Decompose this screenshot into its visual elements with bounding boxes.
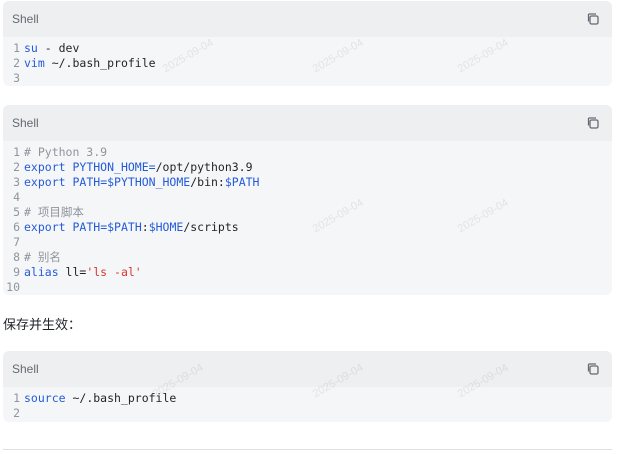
code-token: PYTHON_HOME — [72, 160, 149, 174]
line-number: 3 — [13, 175, 20, 189]
code-token: alias — [24, 265, 59, 279]
line-number: 1 — [13, 145, 20, 159]
divider — [3, 449, 612, 450]
line-number: 1 — [13, 41, 20, 55]
line-number: 2 — [13, 160, 20, 174]
code-line: 3 export PATH = $PYTHON_HOME/bin: $PATH — [3, 175, 612, 190]
code-token: su — [24, 41, 38, 55]
code-token: /scripts — [183, 220, 239, 234]
code-line: 8 # 别名 — [3, 250, 612, 265]
code-block-2: Shell 1 # Python 3.9 2 export PYTHON_HOME = /… — [3, 105, 612, 295]
code-line: 3 — [3, 71, 612, 86]
code-token: $PATH — [107, 220, 142, 234]
code-line: 7 — [3, 235, 612, 250]
line-number: 10 — [6, 280, 20, 294]
code-token: $PYTHON_HOME — [107, 175, 191, 189]
code-token: source — [24, 391, 66, 405]
code-token: $PATH — [224, 175, 260, 189]
code-line: 1 su - dev — [3, 41, 612, 56]
code-token: - dev — [37, 41, 80, 55]
code-token: = — [100, 220, 108, 234]
copy-icon — [587, 13, 599, 25]
code-token: export — [24, 160, 66, 174]
code-token: = — [100, 175, 108, 189]
line-number: 2 — [13, 56, 20, 70]
line-number: 6 — [13, 220, 20, 234]
code-line: 2 — [3, 406, 612, 421]
code-token: ll= — [58, 265, 87, 279]
code-token: 'ls -al' — [86, 265, 142, 279]
code-line: 1 # Python 3.9 — [3, 145, 612, 160]
code-block-3: Shell 1 source ~/.bash_profile 2 — [3, 351, 612, 422]
copy-icon — [587, 363, 599, 375]
code-token: ~/.bash_profile — [65, 391, 177, 405]
code-line: 2 vim ~/.bash_profile — [3, 56, 612, 71]
code-body[interactable]: 1 su - dev 2 vim ~/.bash_profile 3 — [3, 37, 612, 86]
code-body[interactable]: 1 source ~/.bash_profile 2 — [3, 387, 612, 422]
copy-button[interactable] — [584, 360, 602, 378]
line-number: 1 — [13, 391, 20, 405]
code-block-header: Shell — [3, 351, 612, 387]
code-body[interactable]: 1 # Python 3.9 2 export PYTHON_HOME =/opt/py… — [3, 141, 612, 295]
code-language-label: Shell — [12, 362, 39, 376]
code-token: /opt/python3.9 — [155, 160, 253, 174]
code-token: ~/.bash_profile — [44, 56, 156, 70]
code-block-1: Shell 1 su - dev 2 vim ~/.bash_profile 3 — [3, 1, 612, 86]
code-language-label: Shell — [12, 12, 39, 26]
copy-icon — [587, 117, 599, 129]
code-token: $HOME — [148, 220, 184, 234]
code-token: = — [148, 160, 156, 174]
code-token: export — [24, 220, 66, 234]
line-number: 8 — [13, 250, 20, 264]
code-line: 6 export PATH = $PATH: $HOME/scripts — [3, 220, 612, 235]
code-line: 1 source ~/.bash_profile — [3, 391, 612, 406]
code-line: 9 alias ll='ls -al' — [3, 265, 612, 280]
code-token: # 项目脚本 — [24, 205, 84, 219]
code-line: 5 # 项目脚本 — [3, 205, 612, 220]
paragraph-text: 保存并生效： — [3, 317, 82, 332]
code-line: 2 export PYTHON_HOME =/opt/python3.9 — [3, 160, 612, 175]
line-number: 9 — [13, 265, 20, 279]
code-language-label: Shell — [12, 116, 39, 130]
code-token: PATH — [72, 175, 101, 189]
copy-button[interactable] — [584, 10, 602, 28]
code-token: : — [141, 220, 149, 234]
code-block-header: Shell — [3, 1, 612, 37]
code-token: # 别名 — [24, 250, 61, 264]
code-token: PATH — [72, 220, 101, 234]
line-number: 3 — [13, 71, 20, 85]
line-number: 4 — [13, 190, 20, 204]
copy-button[interactable] — [584, 114, 602, 132]
code-token: export — [24, 175, 66, 189]
code-token: /bin: — [190, 175, 225, 189]
code-line: 10 — [3, 280, 612, 295]
code-block-header: Shell — [3, 105, 612, 141]
code-token: vim — [24, 56, 45, 70]
code-token: # Python 3.9 — [24, 145, 108, 159]
line-number: 7 — [13, 235, 20, 249]
code-line: 4 — [3, 190, 612, 205]
line-number: 2 — [13, 406, 20, 420]
line-number: 5 — [13, 205, 20, 219]
